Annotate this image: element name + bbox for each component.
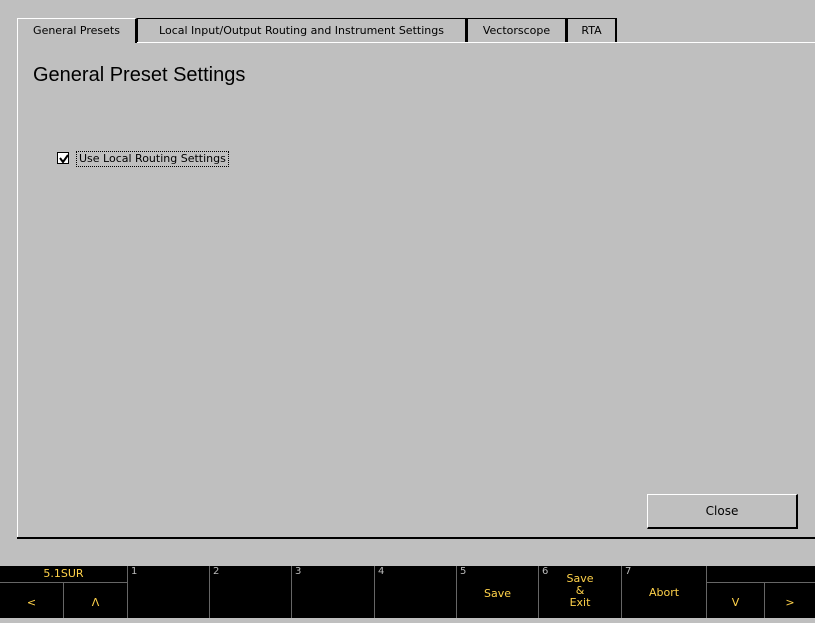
- checkmark-icon: [59, 154, 69, 164]
- tab-strip: General Presets Local Input/Output Routi…: [17, 18, 815, 43]
- left-arrow-button[interactable]: <: [0, 583, 64, 618]
- use-local-routing-label: Use Local Routing Settings: [76, 151, 229, 167]
- softkey-7-abort[interactable]: 7 Abort: [622, 566, 707, 618]
- right-arrow-button[interactable]: >: [765, 583, 815, 618]
- tab-vectorscope[interactable]: Vectorscope: [467, 18, 567, 42]
- softkey-number: 3: [295, 566, 302, 577]
- softkey-number: 7: [625, 566, 632, 577]
- close-button[interactable]: Close: [647, 494, 798, 529]
- tab-local-routing[interactable]: Local Input/Output Routing and Instrumen…: [137, 18, 467, 42]
- page-title: General Preset Settings: [33, 64, 246, 86]
- preset-name: 5.1SUR: [0, 566, 127, 583]
- softkey-4[interactable]: 4: [375, 566, 457, 618]
- softkey-5-save[interactable]: 5 Save: [457, 566, 539, 618]
- softkey-number: 1: [131, 566, 138, 577]
- panel-bottom-edge: [17, 537, 815, 539]
- down-arrow-button[interactable]: V: [707, 583, 765, 618]
- use-local-routing-checkbox[interactable]: [57, 152, 69, 164]
- softkey-3[interactable]: 3: [292, 566, 375, 618]
- softkey-2[interactable]: 2: [210, 566, 292, 618]
- up-arrow-button[interactable]: Λ: [64, 583, 127, 618]
- softkey-number: 2: [213, 566, 220, 577]
- softkey-1[interactable]: 1: [128, 566, 210, 618]
- settings-panel: [17, 42, 815, 538]
- tab-rta[interactable]: RTA: [567, 18, 617, 42]
- softkey-number: 5: [460, 566, 467, 577]
- save-label: Save: [483, 587, 511, 600]
- save-exit-label-line3: Exit: [569, 596, 591, 609]
- softkey-6-save-exit[interactable]: 6 Save & Exit: [539, 566, 622, 618]
- preset-softkey[interactable]: 5.1SUR < Λ: [0, 566, 128, 618]
- softkey-number: 4: [378, 566, 385, 577]
- tab-general-presets[interactable]: General Presets: [17, 18, 137, 43]
- nav-softkey[interactable]: V >: [707, 566, 815, 618]
- abort-label: Abort: [648, 586, 680, 599]
